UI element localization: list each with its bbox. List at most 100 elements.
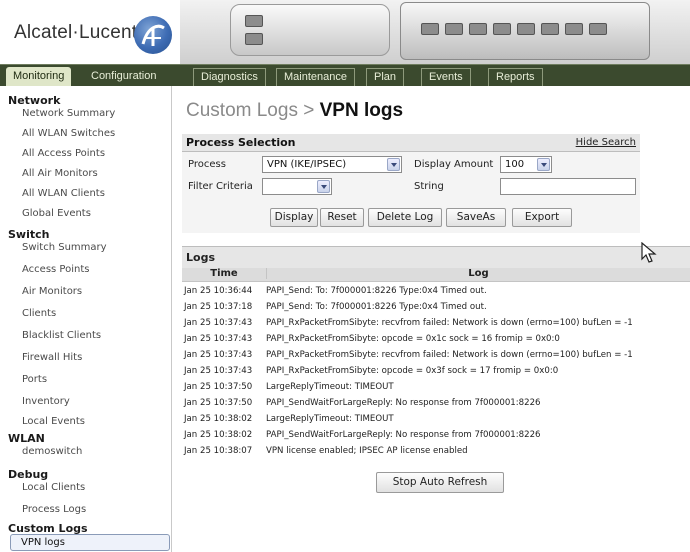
sidebar-group-debug: Debug [8,468,49,481]
page-title-main: VPN logs [319,100,404,121]
sidebar-item-blacklist-clients[interactable]: Blacklist Clients [22,330,101,341]
row-time: Jan 25 10:37:43 [184,366,253,376]
sidebar-item-process-logs[interactable]: Process Logs [22,504,86,515]
table-row: Jan 25 10:38:02 PAPI_SendWaitForLargeRepl… [182,428,690,443]
page-title: Custom Logs > VPN logs [186,100,403,122]
main-content: Custom Logs > VPN logs Process Selection… [172,86,690,552]
sidebar-item-air-monitors[interactable]: Air Monitors [22,286,82,297]
table-row: Jan 25 10:37:43 PAPI_RxPacketFromSibyte: … [182,316,690,331]
tab-monitoring[interactable]: Monitoring [6,67,72,86]
sidebar-item-global-events[interactable]: Global Events [22,208,91,219]
brand-logo-icon [134,16,172,54]
sidebar-item-demoswitch[interactable]: demoswitch [22,446,82,457]
row-log: LargeReplyTimeout: TIMEOUT [266,382,394,392]
tab-maintenance[interactable]: Maintenance [276,68,355,86]
sidebar-item-firewall-hits[interactable]: Firewall Hits [22,352,82,363]
export-button[interactable]: Export [512,208,572,227]
process-select-value: VPN (IKE/IPSEC) [267,159,347,170]
row-log: PAPI_Send: To: 7f000001:8226 Type:0x4 Ti… [266,302,487,312]
table-row: Jan 25 10:37:50 PAPI_SendWaitForLargeRepl… [182,396,690,411]
sidebar-item-ports[interactable]: Ports [22,374,47,385]
display-amount-select[interactable]: 100 [500,156,552,173]
sidebar-item-all-air-monitors[interactable]: All Air Monitors [22,168,98,179]
saveas-button[interactable]: SaveAs [446,208,506,227]
app-header: Alcatel·Lucent [0,0,690,64]
logs-panel: Logs Time Log Jan 25 10:36:44 PAPI_Send: … [182,246,690,552]
row-time: Jan 25 10:37:50 [184,382,253,392]
logs-title: Logs [186,251,215,264]
row-time: Jan 25 10:38:07 [184,446,253,456]
sidebar-item-switch-summary[interactable]: Switch Summary [22,242,107,253]
tab-plan[interactable]: Plan [366,68,405,86]
row-time: Jan 25 10:37:43 [184,350,253,360]
string-label: String [414,181,444,192]
column-log: Log [266,268,690,279]
row-time: Jan 25 10:36:44 [184,286,253,296]
table-row: Jan 25 10:37:43 PAPI_RxPacketFromSibyte: … [182,348,690,363]
logs-column-header: Time Log [182,268,690,282]
table-row: Jan 25 10:37:18 PAPI_Send: To: 7f000001:8… [182,300,690,315]
row-time: Jan 25 10:38:02 [184,414,253,424]
display-amount-value: 100 [505,159,525,170]
row-time: Jan 25 10:37:50 [184,398,253,408]
sidebar-group-switch: Switch [8,228,50,241]
row-log: PAPI_Send: To: 7f000001:8226 Type:0x4 Ti… [266,286,487,296]
process-selection-title: Process Selection [186,136,296,149]
row-log: PAPI_RxPacketFromSibyte: recvfrom failed… [266,350,633,360]
column-time: Time [210,268,238,279]
table-row: Jan 25 10:37:43 PAPI_RxPacketFromSibyte: … [182,364,690,379]
row-time: Jan 25 10:37:43 [184,318,253,328]
row-log: VPN license enabled; IPSEC AP license en… [266,446,468,456]
filter-criteria-select[interactable] [262,178,332,195]
sidebar-item-all-access-points[interactable]: All Access Points [22,148,105,159]
row-log: PAPI_RxPacketFromSibyte: recvfrom failed… [266,318,633,328]
process-selection-header: Process Selection Hide Search [182,134,640,152]
main-nav: Monitoring Configuration Diagnostics Mai… [0,64,690,86]
string-input[interactable] [500,178,636,195]
header-hardware-image [180,0,690,64]
sidebar-item-network-summary[interactable]: Network Summary [22,108,115,119]
chevron-down-icon[interactable] [387,158,400,171]
sidebar-group-network: Network [8,94,61,107]
row-time: Jan 25 10:38:02 [184,430,253,440]
tab-reports[interactable]: Reports [488,68,543,86]
table-row: Jan 25 10:38:02 LargeReplyTimeout: TIMEOU… [182,412,690,427]
sidebar-item-all-wlan-switches[interactable]: All WLAN Switches [22,128,115,139]
sidebar-item-local-clients[interactable]: Local Clients [22,482,85,493]
row-log: PAPI_RxPacketFromSibyte: opcode = 0x1c s… [266,334,560,344]
row-time: Jan 25 10:37:18 [184,302,253,312]
row-time: Jan 25 10:37:43 [184,334,253,344]
process-selection-panel: Process Selection Hide Search Process VP… [182,134,640,233]
sidebar-item-vpn-logs[interactable]: VPN logs [10,534,170,551]
filter-criteria-label: Filter Criteria [188,181,253,192]
sidebar-item-local-events[interactable]: Local Events [22,416,85,427]
sidebar-item-clients[interactable]: Clients [22,308,56,319]
display-amount-label: Display Amount [414,159,494,170]
process-select[interactable]: VPN (IKE/IPSEC) [262,156,402,173]
sidebar-item-inventory[interactable]: Inventory [22,396,70,407]
tab-diagnostics[interactable]: Diagnostics [193,68,266,86]
sidebar-group-wlan: WLAN [8,432,45,445]
chevron-down-icon[interactable] [537,158,550,171]
reset-button[interactable]: Reset [320,208,364,227]
chevron-down-icon[interactable] [317,180,330,193]
row-log: PAPI_SendWaitForLargeReply: No response … [266,398,541,408]
table-row: Jan 25 10:37:43 PAPI_RxPacketFromSibyte: … [182,332,690,347]
logs-header: Logs [182,246,690,268]
row-log: PAPI_SendWaitForLargeReply: No response … [266,430,541,440]
tab-configuration[interactable]: Configuration [84,67,163,86]
delete-log-button[interactable]: Delete Log [368,208,442,227]
sidebar-item-all-wlan-clients[interactable]: All WLAN Clients [22,188,105,199]
hide-search-link[interactable]: Hide Search [576,137,636,148]
stop-auto-refresh-button[interactable]: Stop Auto Refresh [376,472,504,493]
brand-name: Alcatel·Lucent [14,22,138,43]
page-title-prefix: Custom Logs > [186,100,315,121]
tab-events[interactable]: Events [421,68,471,86]
table-row: Jan 25 10:36:44 PAPI_Send: To: 7f000001:8… [182,284,690,299]
table-row: Jan 25 10:37:50 LargeReplyTimeout: TIMEOU… [182,380,690,395]
sidebar: Network Network Summary All WLAN Switche… [0,86,172,552]
display-button[interactable]: Display [270,208,318,227]
table-row: Jan 25 10:38:07 VPN license enabled; IPSE… [182,444,690,459]
sidebar-item-access-points[interactable]: Access Points [22,264,89,275]
row-log: LargeReplyTimeout: TIMEOUT [266,414,394,424]
